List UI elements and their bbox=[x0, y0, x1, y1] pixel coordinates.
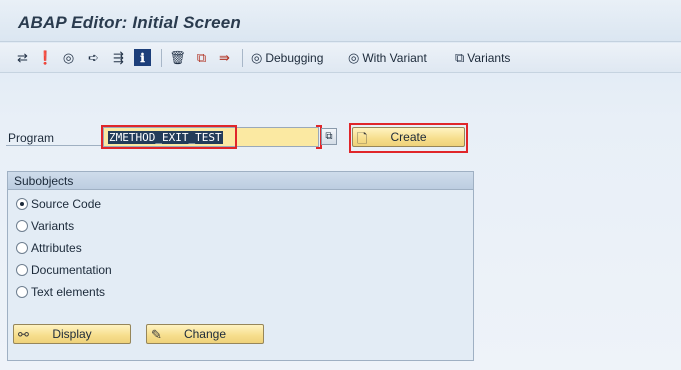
application-toolbar: ⇄ ❗ ◎ ➪ ⇶ ℹ 🗑 ⧉ ⇛ ◎ Debugging ◎ With Var… bbox=[0, 43, 681, 73]
radio-label: Attributes bbox=[31, 241, 82, 255]
variants-icon: ⧉ bbox=[455, 50, 465, 65]
where-used-icon[interactable]: ⇶ bbox=[110, 49, 127, 66]
label-underline bbox=[6, 145, 102, 146]
delete-icon[interactable]: 🗑 bbox=[169, 49, 186, 66]
radio-variants[interactable]: Variants bbox=[16, 218, 74, 234]
radio-text-elements[interactable]: Text elements bbox=[16, 284, 105, 300]
toolbar-separator bbox=[161, 49, 162, 67]
rename-icon[interactable]: ⇛ bbox=[216, 49, 233, 66]
variants-label: Variants bbox=[467, 51, 511, 65]
radio-button[interactable] bbox=[16, 264, 28, 276]
radio-label: Text elements bbox=[31, 285, 106, 299]
glasses-icon: ⚯ bbox=[18, 327, 29, 342]
radio-label: Source Code bbox=[31, 197, 102, 211]
display-label: Display bbox=[52, 327, 92, 341]
other-object-icon[interactable]: ⇄ bbox=[14, 49, 31, 66]
create-button[interactable]: 🗋 Create bbox=[352, 127, 465, 147]
variants-button[interactable]: ⧉ Variants bbox=[455, 49, 510, 67]
title-bar: ABAP Editor: Initial Screen bbox=[0, 0, 681, 42]
create-document-icon: 🗋 bbox=[357, 131, 368, 146]
debugging-button[interactable]: ◎ Debugging bbox=[251, 49, 323, 67]
subobjects-group: Subobjects Source Code Variants Attribut… bbox=[7, 171, 474, 361]
radio-attributes[interactable]: Attributes bbox=[16, 240, 82, 256]
change-label: Change bbox=[183, 327, 227, 341]
radio-button[interactable] bbox=[16, 220, 28, 232]
debugging-label: Debugging bbox=[265, 51, 324, 65]
radio-label: Variants bbox=[31, 219, 75, 233]
radio-label: Documentation bbox=[31, 263, 112, 277]
copy-icon[interactable]: ⧉ bbox=[193, 49, 210, 66]
change-button[interactable]: ✎ Change bbox=[146, 324, 264, 344]
subobjects-title: Subobjects bbox=[8, 172, 473, 190]
with-variant-label: With Variant bbox=[362, 51, 427, 65]
test-execute-icon[interactable]: ➪ bbox=[85, 49, 102, 66]
radio-source-code[interactable]: Source Code bbox=[16, 196, 101, 212]
activate-icon[interactable]: ◎ bbox=[60, 49, 77, 66]
window-title: ABAP Editor: Initial Screen bbox=[18, 13, 241, 32]
program-input-value: ZMETHOD_EXIT_TEST bbox=[108, 131, 223, 144]
debugging-icon: ◎ bbox=[251, 50, 263, 65]
pencil-icon: ✎ bbox=[151, 327, 162, 342]
info-icon[interactable]: ℹ bbox=[134, 49, 151, 66]
toolbar-separator bbox=[242, 49, 243, 67]
radio-button[interactable] bbox=[16, 198, 28, 210]
program-label: Program bbox=[8, 131, 55, 145]
radio-button[interactable] bbox=[16, 286, 28, 298]
radio-documentation[interactable]: Documentation bbox=[16, 262, 112, 278]
with-variant-icon: ◎ bbox=[348, 50, 360, 65]
check-icon[interactable]: ❗ bbox=[37, 49, 54, 66]
display-button[interactable]: ⚯ Display bbox=[13, 324, 131, 344]
radio-button[interactable] bbox=[16, 242, 28, 254]
program-input[interactable]: ZMETHOD_EXIT_TEST bbox=[103, 127, 319, 147]
value-help-button[interactable]: ⧉ bbox=[321, 128, 337, 145]
create-label: Create bbox=[390, 130, 427, 144]
with-variant-button[interactable]: ◎ With Variant bbox=[348, 49, 427, 67]
value-help-icon: ⧉ bbox=[325, 131, 333, 142]
